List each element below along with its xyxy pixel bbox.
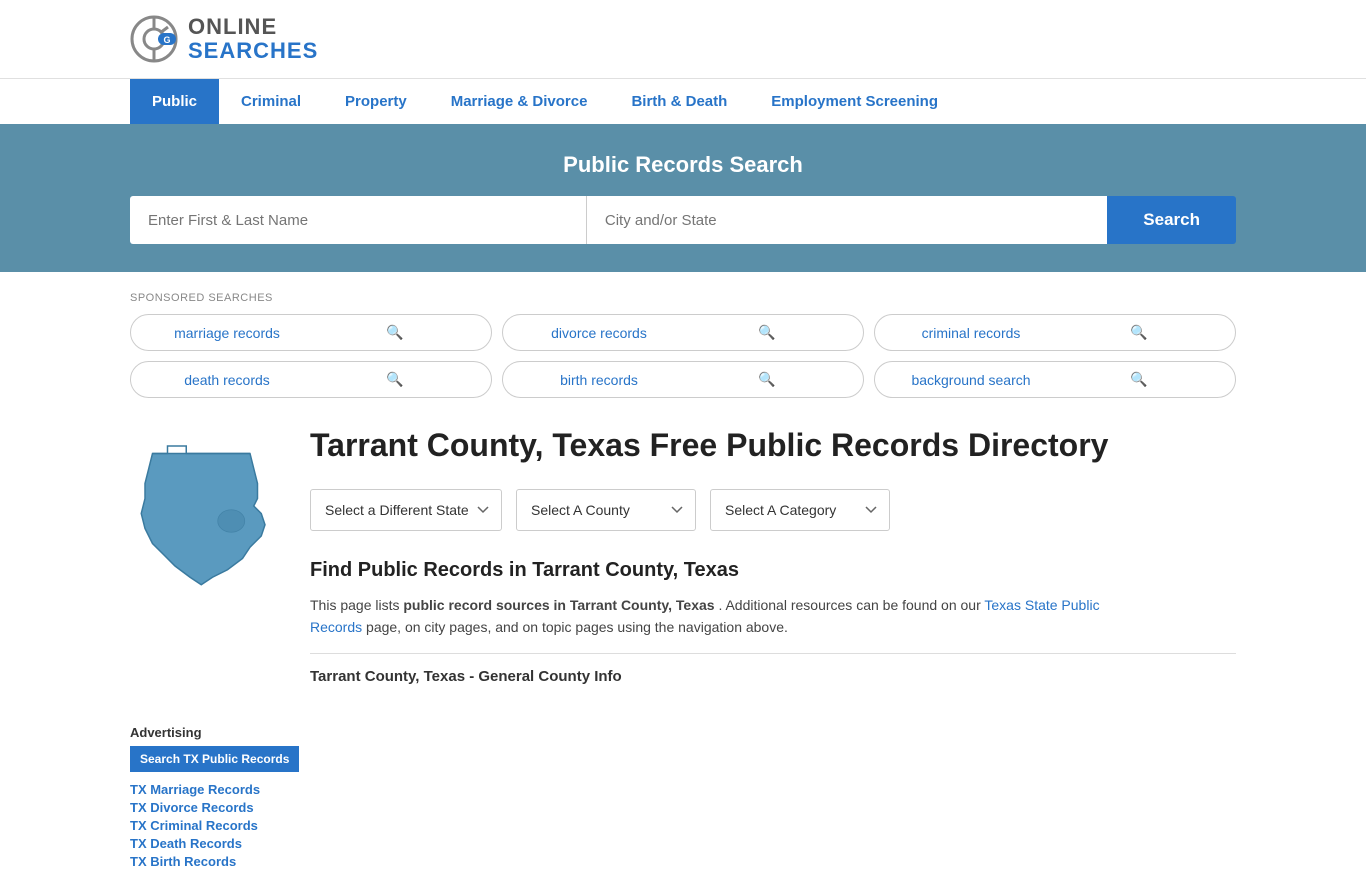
nav-employment[interactable]: Employment Screening: [749, 79, 960, 124]
logo[interactable]: G ONLINE SEARCHES: [130, 15, 318, 63]
sponsored-item-4[interactable]: birth records 🔍: [502, 361, 864, 398]
search-banner: Public Records Search Search: [0, 124, 1366, 272]
main-content: SPONSORED SEARCHES marriage records 🔍 di…: [0, 272, 1366, 714]
nav-birth-death[interactable]: Birth & Death: [609, 79, 749, 124]
county-dropdown[interactable]: Select A County: [516, 489, 696, 531]
find-title: Find Public Records in Tarrant County, T…: [310, 559, 1236, 582]
sponsored-item-2[interactable]: criminal records 🔍: [874, 314, 1236, 351]
sponsored-item-label-2: criminal records: [891, 325, 1051, 341]
find-description: This page lists public record sources in…: [310, 594, 1130, 639]
state-info: Tarrant County, Texas Free Public Record…: [310, 426, 1236, 684]
sponsored-item-label-5: background search: [891, 372, 1051, 388]
nav-marriage-divorce[interactable]: Marriage & Divorce: [429, 79, 610, 124]
state-dropdown[interactable]: Select a Different State: [310, 489, 502, 531]
find-desc-pre: This page lists: [310, 597, 403, 613]
location-input[interactable]: [586, 196, 1107, 244]
category-dropdown[interactable]: Select A Category: [710, 489, 890, 531]
find-desc-bold: public record sources in Tarrant County,…: [403, 597, 714, 613]
search-icon-2: 🔍: [1059, 324, 1219, 341]
dropdown-row: Select a Different State Select A County…: [310, 489, 1236, 531]
search-form: Search: [130, 196, 1236, 244]
sidebar: Advertising Search TX Public Records TX …: [130, 715, 330, 872]
header: G ONLINE SEARCHES: [0, 0, 1366, 78]
search-button[interactable]: Search: [1107, 196, 1236, 244]
name-input[interactable]: [130, 196, 586, 244]
logo-online-text: ONLINE: [188, 15, 318, 39]
sponsored-item-label-0: marriage records: [147, 325, 307, 341]
sponsored-item-label-3: death records: [147, 372, 307, 388]
find-desc-mid: . Additional resources can be found on o…: [718, 597, 984, 613]
sidebar-link-birth[interactable]: TX Birth Records: [130, 854, 310, 869]
sidebar-link-marriage[interactable]: TX Marriage Records: [130, 782, 310, 797]
texas-map: [130, 436, 280, 611]
search-icon-4: 🔍: [687, 371, 847, 388]
sponsored-label: SPONSORED SEARCHES: [130, 292, 1236, 304]
layout: Advertising Search TX Public Records TX …: [0, 715, 1366, 872]
state-title: Tarrant County, Texas Free Public Record…: [310, 426, 1236, 464]
search-icon-3: 🔍: [315, 371, 475, 388]
county-info-heading: Tarrant County, Texas - General County I…: [310, 653, 1236, 685]
find-desc-post: page, on city pages, and on topic pages …: [366, 619, 788, 635]
sponsored-item-5[interactable]: background search 🔍: [874, 361, 1236, 398]
sponsored-item-3[interactable]: death records 🔍: [130, 361, 492, 398]
sponsored-grid: marriage records 🔍 divorce records 🔍 cri…: [130, 314, 1236, 398]
sponsored-item-label-4: birth records: [519, 372, 679, 388]
state-section: Tarrant County, Texas Free Public Record…: [130, 426, 1236, 684]
sponsored-item-label-1: divorce records: [519, 325, 679, 341]
advertising-label: Advertising: [130, 725, 310, 740]
search-icon-5: 🔍: [1059, 371, 1219, 388]
svg-text:G: G: [163, 35, 170, 45]
sidebar-link-death[interactable]: TX Death Records: [130, 836, 310, 851]
logo-searches-text: SEARCHES: [188, 39, 318, 63]
nav-criminal[interactable]: Criminal: [219, 79, 323, 124]
nav-property[interactable]: Property: [323, 79, 429, 124]
nav-public[interactable]: Public: [130, 79, 219, 124]
search-icon-0: 🔍: [315, 324, 475, 341]
search-banner-title: Public Records Search: [130, 152, 1236, 178]
main-nav: Public Criminal Property Marriage & Divo…: [0, 78, 1366, 124]
sponsored-item-1[interactable]: divorce records 🔍: [502, 314, 864, 351]
sidebar-link-divorce[interactable]: TX Divorce Records: [130, 800, 310, 815]
search-icon-1: 🔍: [687, 324, 847, 341]
logo-icon: G: [130, 15, 178, 63]
sponsored-item-0[interactable]: marriage records 🔍: [130, 314, 492, 351]
sidebar-link-criminal[interactable]: TX Criminal Records: [130, 818, 310, 833]
content-area: [330, 715, 1366, 872]
